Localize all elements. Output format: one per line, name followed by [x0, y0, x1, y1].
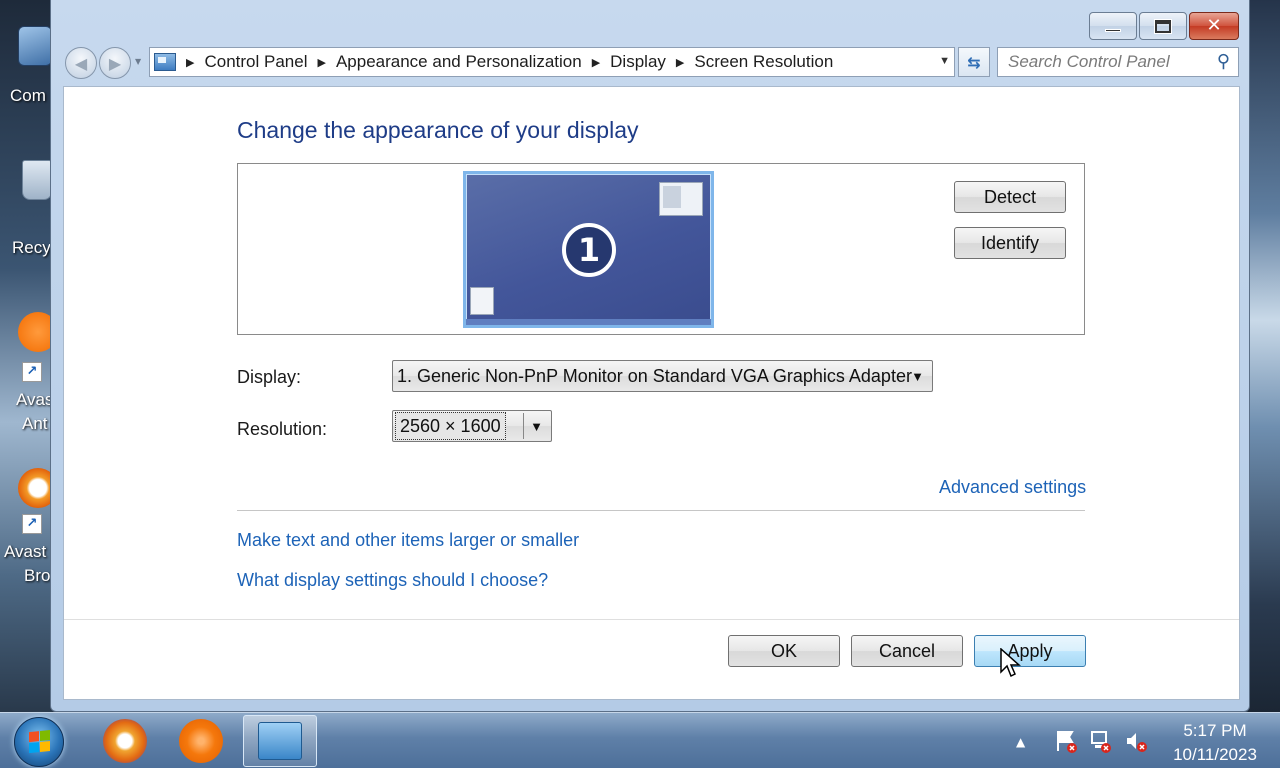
divider: [237, 510, 1085, 511]
volume-muted-icon[interactable]: [1124, 729, 1148, 753]
network-icon[interactable]: [1088, 729, 1112, 753]
resolution-dropdown[interactable]: 2560 × 1600 ▼: [392, 410, 552, 442]
back-button[interactable]: ◀: [65, 47, 97, 79]
desktop-icon-label: Ant: [22, 414, 48, 433]
recent-pages-chevron-icon[interactable]: ▼: [135, 57, 141, 79]
show-hidden-icons-button[interactable]: ▲: [1016, 735, 1025, 749]
start-button[interactable]: [14, 717, 64, 767]
search-icon[interactable]: ⚲: [1217, 51, 1230, 72]
close-button[interactable]: ✕: [1189, 12, 1239, 40]
page-title: Change the appearance of your display: [237, 117, 639, 143]
footer-divider: [64, 619, 1239, 620]
breadcrumb-separator-icon[interactable]: ▶: [186, 56, 194, 69]
breadcrumb-label[interactable]: Control Panel: [204, 52, 307, 72]
avast-browser-icon: [103, 719, 147, 763]
taskbar-avast-browser[interactable]: [88, 715, 162, 767]
resolution-value: 2560 × 1600: [395, 412, 506, 440]
desktop-icon-label: Avas: [16, 390, 54, 409]
forward-arrow-icon: ▶: [108, 53, 122, 73]
text-size-link[interactable]: Make text and other items larger or smal…: [237, 530, 579, 551]
mini-window-icon: [659, 182, 703, 216]
mini-window-icon: [470, 287, 494, 315]
display-value: 1. Generic Non-PnP Monitor on Standard V…: [397, 365, 912, 386]
content-panel: Change the appearance of your display 1 …: [63, 86, 1240, 700]
taskbar-control-panel[interactable]: [243, 715, 317, 767]
back-arrow-icon: ◀: [74, 53, 88, 73]
computer-icon: [18, 26, 52, 66]
taskbar: ▲ 5:17 PM 10/11/2023: [0, 712, 1280, 768]
caption-buttons: ✕: [1089, 12, 1239, 40]
maximize-icon: [1154, 18, 1172, 34]
advanced-settings-link[interactable]: Advanced settings: [939, 477, 1086, 498]
dropdown-separator: [523, 413, 524, 439]
detect-button[interactable]: Detect: [954, 181, 1066, 213]
resolution-label: Resolution:: [237, 419, 328, 439]
windows-logo-icon: [29, 729, 51, 754]
minimize-button[interactable]: [1089, 12, 1137, 40]
refresh-button[interactable]: ⇆: [958, 47, 990, 77]
search-placeholder: Search Control Panel: [1008, 52, 1170, 71]
desktop-icon-label: Recy: [12, 238, 51, 257]
display-dropdown[interactable]: 1. Generic Non-PnP Monitor on Standard V…: [392, 360, 933, 392]
clock-date: 10/11/2023: [1173, 745, 1257, 764]
action-center-flag-icon[interactable]: [1054, 729, 1078, 753]
desktop-icon-label: Bro: [24, 566, 51, 585]
breadcrumb-appearance[interactable]: ▶ Appearance and Personalization: [317, 52, 581, 72]
display-label: Display:: [237, 367, 302, 387]
breadcrumb-screen-resolution[interactable]: ▶ Screen Resolution: [676, 52, 833, 72]
breadcrumb-control-panel[interactable]: ▶ Control Panel: [186, 52, 307, 72]
breadcrumb-label[interactable]: Appearance and Personalization: [336, 52, 582, 72]
desktop-icon-label: Avast: [4, 542, 47, 561]
ok-button[interactable]: OK: [728, 635, 840, 667]
address-bar[interactable]: ▶ Control Panel ▶ Appearance and Persona…: [149, 47, 955, 77]
close-icon: ✕: [1206, 15, 1222, 36]
display-settings-icon: [258, 722, 302, 760]
recycle-bin-icon: [22, 160, 52, 200]
minimize-icon: [1105, 28, 1121, 32]
breadcrumb-label[interactable]: Screen Resolution: [694, 52, 833, 72]
monitor-1-thumbnail[interactable]: 1: [463, 171, 714, 328]
desktop-icon-label: Com: [10, 86, 46, 105]
breadcrumb-separator-icon[interactable]: ▶: [592, 56, 600, 69]
breadcrumb-separator-icon[interactable]: ▶: [676, 56, 684, 69]
cancel-button[interactable]: Cancel: [851, 635, 963, 667]
search-input[interactable]: Search Control Panel ⚲: [997, 47, 1239, 77]
breadcrumb-label[interactable]: Display: [610, 52, 666, 72]
control-panel-icon: [154, 53, 176, 71]
screen-resolution-window: ✕ ◀ ▶ ▼ ▶ Control Panel ▶ Appearance and…: [50, 0, 1250, 712]
breadcrumb-separator-icon[interactable]: ▶: [317, 56, 325, 69]
desktop-background-right: [1248, 0, 1280, 712]
apply-button[interactable]: Apply: [974, 635, 1086, 667]
shortcut-arrow-icon: ↗: [22, 514, 42, 534]
system-clock[interactable]: 5:17 PM 10/11/2023: [1160, 719, 1270, 767]
forward-button[interactable]: ▶: [99, 47, 131, 79]
display-settings-help-link[interactable]: What display settings should I choose?: [237, 570, 548, 591]
monitor-number-badge: 1: [562, 223, 616, 277]
taskbar-avast-antivirus[interactable]: [164, 715, 238, 767]
chevron-down-icon: ▼: [530, 419, 543, 434]
chevron-down-icon: ▼: [911, 369, 924, 384]
shortcut-arrow-icon: ↗: [22, 362, 42, 382]
maximize-button[interactable]: [1139, 12, 1187, 40]
avast-icon: [179, 719, 223, 763]
breadcrumb-display[interactable]: ▶ Display: [592, 52, 666, 72]
navigation-buttons: ◀ ▶ ▼: [65, 47, 141, 79]
mouse-cursor-icon: [1000, 648, 1021, 678]
address-history-chevron-icon[interactable]: ▼: [939, 55, 950, 67]
clock-time: 5:17 PM: [1183, 721, 1247, 740]
refresh-icon: ⇆: [967, 52, 981, 72]
identify-button[interactable]: Identify: [954, 227, 1066, 259]
